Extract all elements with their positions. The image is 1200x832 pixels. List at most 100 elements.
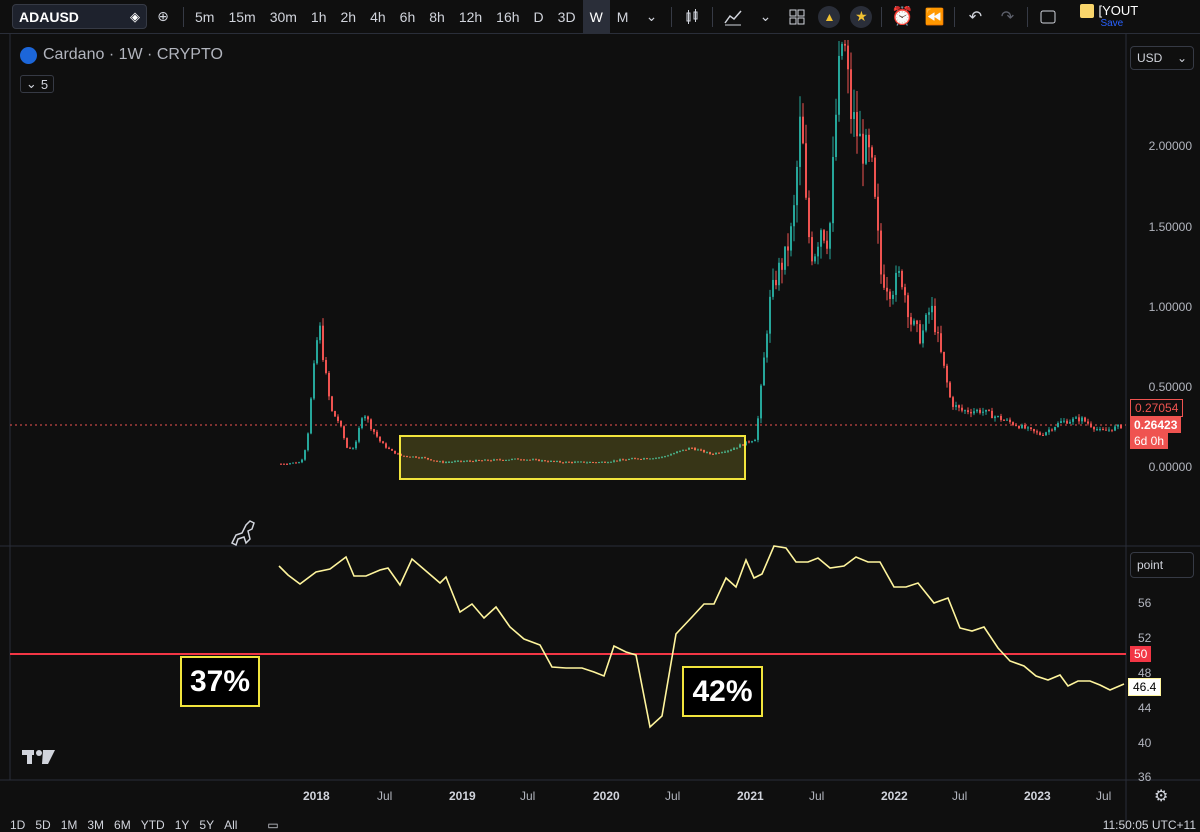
candle-body xyxy=(1090,423,1092,427)
candle-body xyxy=(391,448,393,451)
candle-body xyxy=(769,296,771,334)
candle-body xyxy=(1063,420,1065,422)
indicator-label: 52 xyxy=(1138,631,1152,645)
candle-body xyxy=(286,463,288,465)
candle-body xyxy=(367,416,369,420)
candle-body xyxy=(1042,434,1044,436)
chart-legend[interactable]: Cardano · 1W · CRYPTO xyxy=(20,46,223,64)
candle-body xyxy=(1114,426,1116,431)
annotation-left-pct[interactable]: 37% xyxy=(180,656,260,707)
candle-body xyxy=(1099,429,1101,431)
candle-body xyxy=(820,230,822,247)
candle-body xyxy=(823,230,825,241)
candle-body xyxy=(853,112,855,119)
candle-body xyxy=(931,305,933,313)
candle-body xyxy=(865,134,867,164)
candle-body xyxy=(901,271,903,288)
candle-body xyxy=(889,291,891,299)
candle-body xyxy=(1084,417,1086,422)
candle-body xyxy=(1012,422,1014,425)
accumulation-range-box[interactable] xyxy=(399,435,746,480)
candle-body xyxy=(1072,418,1074,422)
candle-body xyxy=(886,287,888,292)
time-label: 2023 xyxy=(1024,789,1051,803)
candle-body xyxy=(817,246,819,257)
candle-body xyxy=(898,271,900,273)
candle-body xyxy=(955,405,957,407)
candle-body xyxy=(1036,431,1038,433)
candle-body xyxy=(751,441,753,443)
candle-body xyxy=(847,45,849,70)
candle-body xyxy=(1021,424,1023,429)
candle-body xyxy=(1066,420,1068,424)
candle-body xyxy=(829,223,831,249)
candle-body xyxy=(991,410,993,419)
unit-label: point xyxy=(1137,558,1164,572)
current-price-tag: 0.26423 xyxy=(1130,417,1182,433)
candle-body xyxy=(940,333,942,352)
candle-body xyxy=(784,246,786,270)
indicator-label: 56 xyxy=(1138,596,1152,610)
candle-body xyxy=(331,396,333,412)
candle-body xyxy=(979,409,981,413)
candle-body xyxy=(280,463,282,465)
chevron-down-icon: ⌄ xyxy=(25,76,37,91)
candle-body xyxy=(754,439,756,442)
candle-body xyxy=(1027,427,1029,429)
candle-body xyxy=(877,196,879,231)
time-label: Jul xyxy=(809,789,825,803)
time-label: 2020 xyxy=(593,789,620,803)
candle-body xyxy=(985,409,987,412)
candle-body xyxy=(913,320,915,325)
settings-gear-icon[interactable]: ⚙ xyxy=(1154,786,1168,806)
legend-collapse-button[interactable]: ⌄ 5 xyxy=(20,75,54,93)
candle-body xyxy=(1039,432,1041,435)
candle-body xyxy=(358,428,360,442)
candle-body xyxy=(964,410,966,412)
price-label: 1.50000 xyxy=(1148,220,1192,234)
candle-body xyxy=(1105,429,1107,431)
currency-label: USD xyxy=(1137,51,1163,65)
candle-body xyxy=(1003,419,1005,421)
candle-body xyxy=(325,359,327,373)
candle-body xyxy=(814,256,816,262)
candle-body xyxy=(1030,427,1032,429)
candle-body xyxy=(982,411,984,413)
candle-body xyxy=(805,143,807,198)
candle-body xyxy=(970,412,972,414)
price-label: 0.00000 xyxy=(1148,460,1192,474)
indicator-unit-select[interactable]: point xyxy=(1130,552,1194,578)
candlestick-series xyxy=(280,40,1122,465)
candle-body xyxy=(1117,424,1119,427)
candle-body xyxy=(328,372,330,397)
candle-body xyxy=(838,55,840,115)
candle-body xyxy=(1102,429,1104,431)
time-label: Jul xyxy=(665,789,681,803)
candle-body xyxy=(373,429,375,432)
candle-body xyxy=(835,114,837,157)
candle-body xyxy=(880,230,882,275)
candle-body xyxy=(841,43,843,56)
indicator-label: 44 xyxy=(1138,701,1152,715)
candle-body xyxy=(790,226,792,251)
time-label: Jul xyxy=(1096,789,1112,803)
currency-select[interactable]: USD ⌄ xyxy=(1130,46,1194,70)
candle-body xyxy=(1006,419,1008,421)
candle-body xyxy=(799,116,801,167)
candle-body xyxy=(361,418,363,429)
legend-title: Cardano · 1W · CRYPTO xyxy=(43,46,223,63)
candle-body xyxy=(1024,424,1026,429)
candle-body xyxy=(1054,427,1056,431)
annotation-right-pct[interactable]: 42% xyxy=(682,666,763,717)
candle-body xyxy=(1087,421,1089,424)
candle-body xyxy=(397,453,399,455)
candle-body xyxy=(856,112,858,137)
candle-body xyxy=(1120,424,1122,429)
candle-body xyxy=(763,357,765,386)
candle-body xyxy=(874,157,876,197)
indicator-label: 40 xyxy=(1138,736,1152,750)
time-label: Jul xyxy=(520,789,536,803)
candle-body xyxy=(973,411,975,414)
time-label: 2022 xyxy=(881,789,908,803)
candle-body xyxy=(352,448,354,450)
